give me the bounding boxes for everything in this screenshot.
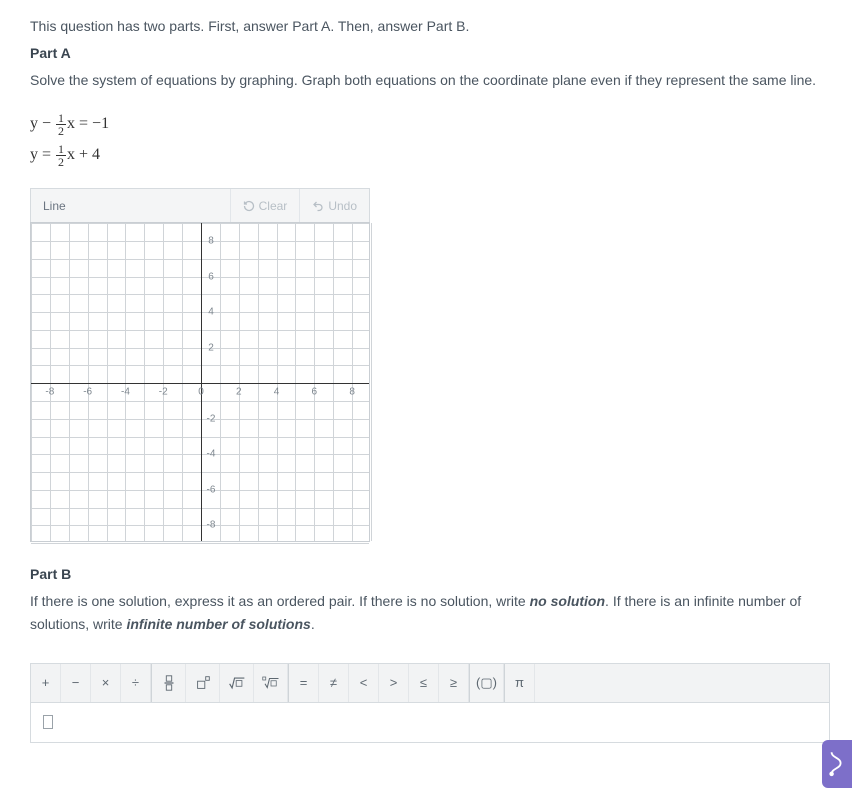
scratchpad-icon bbox=[828, 750, 846, 778]
math-toolbar: + − × ÷ = ≠ < > ≤ ≥ (▢) π bbox=[30, 663, 830, 703]
y-tick-label: 6 bbox=[208, 271, 214, 282]
x-tick-label: 8 bbox=[349, 387, 355, 398]
refresh-icon bbox=[243, 200, 255, 212]
y-tick-label: -4 bbox=[207, 449, 216, 460]
graph-toolbar: Line Clear Undo bbox=[30, 188, 370, 222]
x-tick-label: 0 bbox=[198, 387, 204, 398]
part-b-section: Part B If there is one solution, express… bbox=[30, 566, 822, 635]
op-fraction[interactable] bbox=[152, 664, 186, 702]
y-tick-label: -2 bbox=[207, 413, 216, 424]
op-exponent[interactable] bbox=[186, 664, 220, 702]
op-le[interactable]: ≤ bbox=[409, 664, 439, 702]
math-input[interactable] bbox=[30, 703, 830, 743]
coordinate-plane[interactable]: -8 -6 -4 -2 0 2 4 6 8 -8 -6 -4 -2 2 4 6 8 bbox=[30, 222, 370, 542]
op-nroot[interactable] bbox=[254, 664, 288, 702]
graph-tool-select[interactable]: Line bbox=[31, 199, 230, 213]
op-divide[interactable]: ÷ bbox=[121, 664, 151, 702]
op-minus[interactable]: − bbox=[61, 664, 91, 702]
y-tick-label: 8 bbox=[208, 235, 214, 246]
fraction-icon bbox=[160, 674, 178, 692]
undo-button[interactable]: Undo bbox=[299, 189, 369, 222]
equation-1: y − 12x = −1 bbox=[30, 109, 822, 139]
exponent-icon bbox=[194, 674, 212, 692]
clear-button[interactable]: Clear bbox=[230, 189, 300, 222]
equation-block: y − 12x = −1 y = 12x + 4 bbox=[30, 109, 822, 170]
scratchpad-toggle[interactable] bbox=[822, 740, 852, 788]
x-tick-label: -6 bbox=[83, 387, 92, 398]
y-tick-label: 2 bbox=[208, 342, 214, 353]
nroot-icon bbox=[262, 674, 280, 692]
x-tick-label: 4 bbox=[274, 387, 280, 398]
y-tick-label: -6 bbox=[207, 484, 216, 495]
op-times[interactable]: × bbox=[91, 664, 121, 702]
y-tick-label: 4 bbox=[208, 307, 214, 318]
op-gt[interactable]: > bbox=[379, 664, 409, 702]
part-b-prompt: If there is one solution, express it as … bbox=[30, 590, 822, 635]
x-tick-label: 6 bbox=[312, 387, 318, 398]
equation-2: y = 12x + 4 bbox=[30, 140, 822, 170]
op-sqrt[interactable] bbox=[220, 664, 254, 702]
op-plus[interactable]: + bbox=[31, 664, 61, 702]
x-tick-label: 2 bbox=[236, 387, 242, 398]
part-a-prompt: Solve the system of equations by graphin… bbox=[30, 69, 822, 91]
sqrt-icon bbox=[228, 674, 246, 692]
x-tick-label: -8 bbox=[45, 387, 54, 398]
y-tick-label: -8 bbox=[207, 520, 216, 531]
x-tick-label: -4 bbox=[121, 387, 130, 398]
op-ge[interactable]: ≥ bbox=[439, 664, 469, 702]
op-neq[interactable]: ≠ bbox=[319, 664, 349, 702]
op-eq[interactable]: = bbox=[289, 664, 319, 702]
input-placeholder-box bbox=[43, 715, 53, 729]
graph-widget: Line Clear Undo -8 -6 -4 -2 0 2 4 6 8 -8 -6 -4 -2 2 4 6… bbox=[30, 188, 370, 542]
op-pi[interactable]: π bbox=[505, 664, 535, 702]
op-parens[interactable]: (▢) bbox=[470, 664, 504, 702]
op-lt[interactable]: < bbox=[349, 664, 379, 702]
part-a-label: Part A bbox=[30, 45, 822, 61]
x-tick-label: -2 bbox=[159, 387, 168, 398]
part-b-label: Part B bbox=[30, 566, 822, 582]
intro-text: This question has two parts. First, answ… bbox=[30, 16, 822, 37]
undo-icon bbox=[312, 200, 324, 212]
